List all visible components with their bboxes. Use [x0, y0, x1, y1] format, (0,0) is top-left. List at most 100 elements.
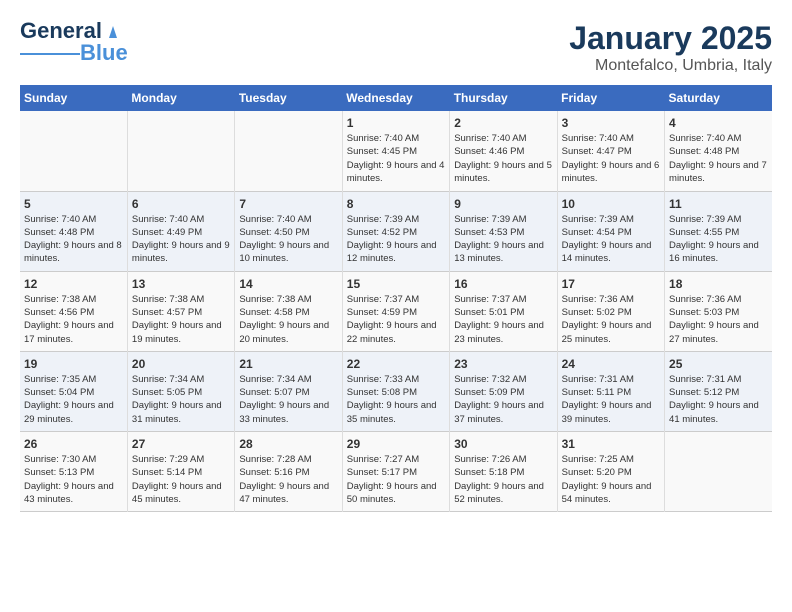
day-info: Sunrise: 7:36 AMSunset: 5:03 PMDaylight:… [669, 293, 768, 346]
calendar-cell: 23 Sunrise: 7:32 AMSunset: 5:09 PMDayligh… [450, 351, 557, 431]
calendar-cell: 15 Sunrise: 7:37 AMSunset: 4:59 PMDayligh… [342, 271, 449, 351]
day-info: Sunrise: 7:39 AMSunset: 4:52 PMDaylight:… [347, 213, 445, 266]
logo: General Blue [20, 20, 128, 64]
calendar-week-row: 5Sunrise: 7:40 AMSunset: 4:48 PMDaylight… [20, 191, 772, 271]
calendar-title: January 2025 [569, 20, 772, 57]
day-info: Sunrise: 7:34 AMSunset: 5:07 PMDaylight:… [239, 373, 337, 426]
day-number: 11 [669, 197, 768, 211]
day-number: 24 [562, 357, 660, 371]
day-number: 2 [454, 116, 552, 130]
day-info: Sunrise: 7:40 AMSunset: 4:45 PMDaylight:… [347, 132, 445, 185]
day-number: 8 [347, 197, 445, 211]
day-number: 17 [562, 277, 660, 291]
day-number: 16 [454, 277, 552, 291]
day-info: Sunrise: 7:40 AMSunset: 4:46 PMDaylight:… [454, 132, 552, 185]
calendar-cell: 1 Sunrise: 7:40 AMSunset: 4:45 PMDaylight… [342, 111, 449, 191]
calendar-cell: 22Sunrise: 7:33 AMSunset: 5:08 PMDayligh… [342, 351, 449, 431]
calendar-cell [20, 111, 127, 191]
day-info: Sunrise: 7:34 AMSunset: 5:05 PMDaylight:… [132, 373, 230, 426]
day-info: Sunrise: 7:37 AMSunset: 5:01 PMDaylight:… [454, 293, 552, 346]
calendar-cell: 5Sunrise: 7:40 AMSunset: 4:48 PMDaylight… [20, 191, 127, 271]
day-header-friday: Friday [557, 85, 664, 111]
calendar-cell: 14Sunrise: 7:38 AMSunset: 4:58 PMDayligh… [235, 271, 342, 351]
day-header-monday: Monday [127, 85, 234, 111]
day-info: Sunrise: 7:36 AMSunset: 5:02 PMDaylight:… [562, 293, 660, 346]
calendar-cell: 16 Sunrise: 7:37 AMSunset: 5:01 PMDayligh… [450, 271, 557, 351]
calendar-week-row: 1 Sunrise: 7:40 AMSunset: 4:45 PMDaylight… [20, 111, 772, 191]
title-section: January 2025 Montefalco, Umbria, Italy [569, 20, 772, 75]
day-number: 29 [347, 437, 445, 451]
day-info: Sunrise: 7:25 AMSunset: 5:20 PMDaylight:… [562, 453, 660, 506]
calendar-cell: 2 Sunrise: 7:40 AMSunset: 4:46 PMDaylight… [450, 111, 557, 191]
calendar-cell: 26 Sunrise: 7:30 AMSunset: 5:13 PMDayligh… [20, 432, 127, 512]
day-info: Sunrise: 7:29 AMSunset: 5:14 PMDaylight:… [132, 453, 230, 506]
calendar-cell [235, 111, 342, 191]
day-number: 4 [669, 116, 768, 130]
day-number: 21 [239, 357, 337, 371]
calendar-cell: 13 Sunrise: 7:38 AMSunset: 4:57 PMDayligh… [127, 271, 234, 351]
calendar-cell: 11 Sunrise: 7:39 AMSunset: 4:55 PMDayligh… [665, 191, 772, 271]
day-number: 10 [562, 197, 660, 211]
calendar-cell: 7Sunrise: 7:40 AMSunset: 4:50 PMDaylight… [235, 191, 342, 271]
calendar-table: SundayMondayTuesdayWednesdayThursdayFrid… [20, 85, 772, 512]
day-info: Sunrise: 7:33 AMSunset: 5:08 PMDaylight:… [347, 373, 445, 426]
day-number: 25 [669, 357, 768, 371]
calendar-cell: 18 Sunrise: 7:36 AMSunset: 5:03 PMDayligh… [665, 271, 772, 351]
calendar-cell: 4Sunrise: 7:40 AMSunset: 4:48 PMDaylight… [665, 111, 772, 191]
day-number: 6 [132, 197, 230, 211]
day-info: Sunrise: 7:26 AMSunset: 5:18 PMDaylight:… [454, 453, 552, 506]
day-number: 3 [562, 116, 660, 130]
calendar-cell: 29 Sunrise: 7:27 AMSunset: 5:17 PMDayligh… [342, 432, 449, 512]
day-info: Sunrise: 7:27 AMSunset: 5:17 PMDaylight:… [347, 453, 445, 506]
day-number: 28 [239, 437, 337, 451]
calendar-cell: 6 Sunrise: 7:40 AMSunset: 4:49 PMDaylight… [127, 191, 234, 271]
calendar-cell: 9Sunrise: 7:39 AMSunset: 4:53 PMDaylight… [450, 191, 557, 271]
logo-triangle-icon [104, 22, 122, 40]
day-header-tuesday: Tuesday [235, 85, 342, 111]
day-number: 30 [454, 437, 552, 451]
day-number: 18 [669, 277, 768, 291]
day-number: 1 [347, 116, 445, 130]
calendar-cell: 21 Sunrise: 7:34 AMSunset: 5:07 PMDayligh… [235, 351, 342, 431]
calendar-cell: 31 Sunrise: 7:25 AMSunset: 5:20 PMDayligh… [557, 432, 664, 512]
calendar-cell [127, 111, 234, 191]
day-info: Sunrise: 7:32 AMSunset: 5:09 PMDaylight:… [454, 373, 552, 426]
day-info: Sunrise: 7:40 AMSunset: 4:47 PMDaylight:… [562, 132, 660, 185]
calendar-header-row: SundayMondayTuesdayWednesdayThursdayFrid… [20, 85, 772, 111]
day-info: Sunrise: 7:31 AMSunset: 5:11 PMDaylight:… [562, 373, 660, 426]
calendar-subtitle: Montefalco, Umbria, Italy [569, 57, 772, 75]
calendar-cell: 28 Sunrise: 7:28 AMSunset: 5:16 PMDayligh… [235, 432, 342, 512]
day-number: 26 [24, 437, 123, 451]
logo-text-blue: Blue [80, 42, 128, 64]
day-number: 9 [454, 197, 552, 211]
day-info: Sunrise: 7:30 AMSunset: 5:13 PMDaylight:… [24, 453, 123, 506]
day-number: 14 [239, 277, 337, 291]
day-number: 13 [132, 277, 230, 291]
calendar-cell: 27 Sunrise: 7:29 AMSunset: 5:14 PMDayligh… [127, 432, 234, 512]
day-number: 15 [347, 277, 445, 291]
calendar-cell: 19Sunrise: 7:35 AMSunset: 5:04 PMDayligh… [20, 351, 127, 431]
calendar-week-row: 19Sunrise: 7:35 AMSunset: 5:04 PMDayligh… [20, 351, 772, 431]
day-info: Sunrise: 7:28 AMSunset: 5:16 PMDaylight:… [239, 453, 337, 506]
day-number: 23 [454, 357, 552, 371]
day-info: Sunrise: 7:40 AMSunset: 4:49 PMDaylight:… [132, 213, 230, 266]
day-number: 19 [24, 357, 123, 371]
calendar-week-row: 12 Sunrise: 7:38 AMSunset: 4:56 PMDayligh… [20, 271, 772, 351]
calendar-cell: 25Sunrise: 7:31 AMSunset: 5:12 PMDayligh… [665, 351, 772, 431]
logo-underline [20, 53, 80, 55]
day-number: 27 [132, 437, 230, 451]
calendar-cell: 24 Sunrise: 7:31 AMSunset: 5:11 PMDayligh… [557, 351, 664, 431]
day-number: 5 [24, 197, 123, 211]
day-number: 20 [132, 357, 230, 371]
page-header: General Blue January 2025 Montefalco, Um… [20, 20, 772, 75]
day-info: Sunrise: 7:38 AMSunset: 4:57 PMDaylight:… [132, 293, 230, 346]
day-info: Sunrise: 7:37 AMSunset: 4:59 PMDaylight:… [347, 293, 445, 346]
calendar-week-row: 26 Sunrise: 7:30 AMSunset: 5:13 PMDayligh… [20, 432, 772, 512]
day-info: Sunrise: 7:38 AMSunset: 4:56 PMDaylight:… [24, 293, 123, 346]
day-header-wednesday: Wednesday [342, 85, 449, 111]
day-number: 31 [562, 437, 660, 451]
calendar-cell: 3 Sunrise: 7:40 AMSunset: 4:47 PMDaylight… [557, 111, 664, 191]
day-info: Sunrise: 7:39 AMSunset: 4:55 PMDaylight:… [669, 213, 768, 266]
day-number: 12 [24, 277, 123, 291]
day-header-saturday: Saturday [665, 85, 772, 111]
